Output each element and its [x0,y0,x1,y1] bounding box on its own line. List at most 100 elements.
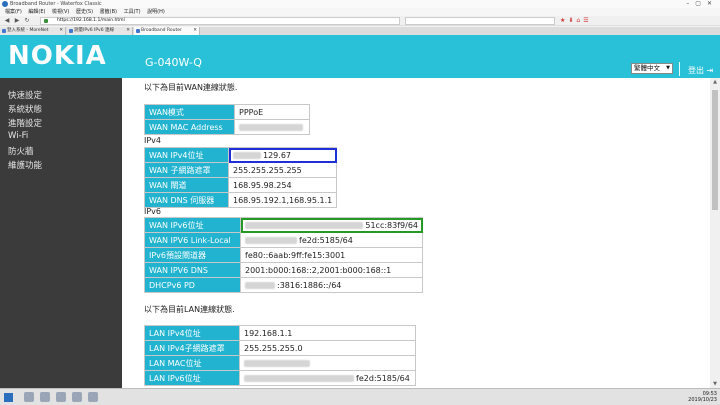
menu-view[interactable]: 檢視(V) [52,9,69,15]
logout-label: 登出 [688,66,704,75]
search-input[interactable] [405,17,555,25]
reload-icon[interactable]: ↻ [23,17,31,25]
menu-edit[interactable]: 編輯(E) [28,9,45,15]
wan-general-table: WAN模式 PPPoE WAN MAC Address [144,104,310,135]
scroll-down-icon[interactable]: ▼ [710,380,720,388]
table-row: WAN MAC Address [144,119,310,135]
logout-button[interactable]: 登出 ⇥ [688,65,713,76]
window-controls[interactable]: –▢✕ [686,0,718,8]
lan-ipv4-label: LAN IPv4位址 [144,325,240,341]
dhcpv6-pd-label: DHCPv6 PD [144,277,241,293]
clock-date: 2019/10/23 [688,397,717,403]
sidebar: 快速設定 系統狀態 進階設定 Wi-Fi 防火牆 維護功能 [0,78,122,388]
back-arrow-icon[interactable]: ◀ [3,17,11,25]
address-bar[interactable]: https://192.168.1.1/main.html [40,17,400,25]
language-select[interactable]: 繁體中文 ▼ [631,63,673,74]
wan-dns-value: 168.95.192.1,168.95.1.1 [227,192,338,208]
menu-file[interactable]: 檔案(F) [5,9,22,15]
ipv6-gateway-value: fe80::6aab:9ff:fe15:3001 [240,247,423,263]
close-tab-icon[interactable]: ✕ [59,27,63,35]
os-taskbar: 09:53 2019/10/23 [0,388,720,405]
lock-icon [44,19,48,23]
wan-ipv6-linklocal-value: fe2d:5185/64 [240,232,423,248]
table-row: WAN IPv6位址 51cc:83f9/64 [144,217,423,233]
tab-ipv6-test[interactable]: 測量IPv6 IPv6 連線 ✕ [67,27,133,35]
close-tab-icon[interactable]: ✕ [193,27,197,35]
table-row: LAN MAC位址 [144,355,416,371]
navigation-toolbar: ◀ ▶ ↻ https://192.168.1.1/main.html ★⬇⌂☰ [0,16,720,26]
lan-heading: 以下為目前LAN連線狀態. [144,305,235,314]
taskbar-app-icon[interactable] [56,392,66,402]
wan-mac-label: WAN MAC Address [144,119,235,135]
sidebar-item-maintenance[interactable]: 維護功能 [8,159,42,171]
table-row: LAN IPv4子網路遮罩 255.255.255.0 [144,340,416,356]
scrollbar-thumb[interactable] [712,90,718,210]
logout-icon: ⇥ [706,66,714,75]
browser-icon [2,1,8,7]
table-row: WAN IPv4位址 129.67 [144,147,338,163]
close-tab-icon[interactable]: ✕ [126,27,130,35]
toolbar-addon-icons[interactable]: ★⬇⌂☰ [560,17,592,25]
status-content: 以下為目前WAN連線狀態. WAN模式 PPPoE WAN MAC Addres… [122,78,710,388]
taskbar-app-icon[interactable] [40,392,50,402]
wan-gateway-value: 168.95.98.254 [227,177,338,193]
device-model: G-040W-Q [145,56,202,69]
menu-bookmarks[interactable]: 書籤(B) [100,9,117,15]
lan-ipv6-label: LAN IPv6位址 [144,370,240,386]
sidebar-item-quick-setup[interactable]: 快速設定 [8,89,42,101]
table-row: LAN IPv6位址 fe2d:5185/64 [144,370,416,386]
lan-subnet-label: LAN IPv4子網路遮罩 [144,340,240,356]
dhcpv6-pd-value: :3816:1886::/64 [240,277,423,293]
tab-broadband-router[interactable]: Broadband Router ✕ [134,27,200,35]
wan-mac-value [234,119,310,135]
taskbar-app-icon[interactable] [24,392,34,402]
redacted-mask [245,236,297,244]
sidebar-item-advanced[interactable]: 進階設定 [8,117,42,129]
header-divider [679,62,680,76]
wan-ipv6-label: WAN IPv6位址 [144,217,241,233]
tab-favicon [69,29,73,33]
redacted-mask [239,123,303,131]
tab-favicon [136,29,140,33]
table-row: WAN模式 PPPoE [144,104,310,120]
table-row: WAN IPV6 Link-Local fe2d:5185/64 [144,232,423,248]
table-row: WAN DNS 伺服器 168.95.192.1,168.95.1.1 [144,192,338,208]
scroll-up-icon[interactable]: ▲ [710,78,720,86]
taskbar-app-icon[interactable] [88,392,98,402]
table-row: WAN 閘道 168.95.98.254 [144,177,338,193]
tab-label: 登入系統 - MoreNet [7,28,49,33]
taskbar-app-icon[interactable] [72,392,82,402]
forward-arrow-icon[interactable]: ▶ [13,17,21,25]
sidebar-item-system-status[interactable]: 系統狀態 [8,103,42,115]
lan-ipv6-text: fe2d:5185/64 [356,373,410,383]
wan-ipv6-dns-value: 2001:b000:168::2,2001:b000:168::1 [240,262,423,278]
redacted-mask [245,281,275,289]
page-scrollbar[interactable]: ▲ ▼ [710,78,720,388]
wan-ipv4-table: WAN IPv4位址 129.67 WAN 子網路遮罩 255.255.255.… [144,147,338,208]
window-title-bar: Broadband Router - Waterfox Classic –▢✕ [0,0,720,8]
ipv4-section-title: IPv4 [144,136,162,145]
tab-morenet-login[interactable]: 登入系統 - MoreNet ✕ [0,27,66,35]
menu-tools[interactable]: 工具(T) [124,9,141,15]
menu-help[interactable]: 說明(H) [147,9,165,15]
menu-bar: 檔案(F) 編輯(E) 檢視(V) 歷史(S) 書籤(B) 工具(T) 說明(H… [0,8,720,16]
wan-dns-label: WAN DNS 伺服器 [144,192,229,208]
table-row: IPv6預設閘道器 fe80::6aab:9ff:fe15:3001 [144,247,423,263]
wan-ipv4-label: WAN IPv4位址 [144,147,229,163]
start-button-icon[interactable] [4,393,13,402]
wan-subnet-value: 255.255.255.255 [227,162,338,178]
sidebar-item-firewall[interactable]: 防火牆 [8,145,34,157]
tab-favicon [2,29,6,33]
lan-mac-value [239,355,416,371]
sidebar-item-wifi[interactable]: Wi-Fi [8,131,28,141]
menu-history[interactable]: 歷史(S) [76,9,93,15]
table-row: WAN 子網路遮罩 255.255.255.255 [144,162,338,178]
redacted-mask [244,374,354,382]
wan-ipv6-text: 51cc:83f9/64 [365,220,418,230]
language-value: 繁體中文 [634,64,660,72]
table-row: WAN IPV6 DNS 2001:b000:168::2,2001:b000:… [144,262,423,278]
system-clock[interactable]: 09:53 2019/10/23 [688,391,717,403]
wan-ipv6-value: 51cc:83f9/64 [240,217,423,233]
dhcpv6-pd-text: :3816:1886::/64 [277,280,342,290]
redacted-mask [244,359,310,367]
